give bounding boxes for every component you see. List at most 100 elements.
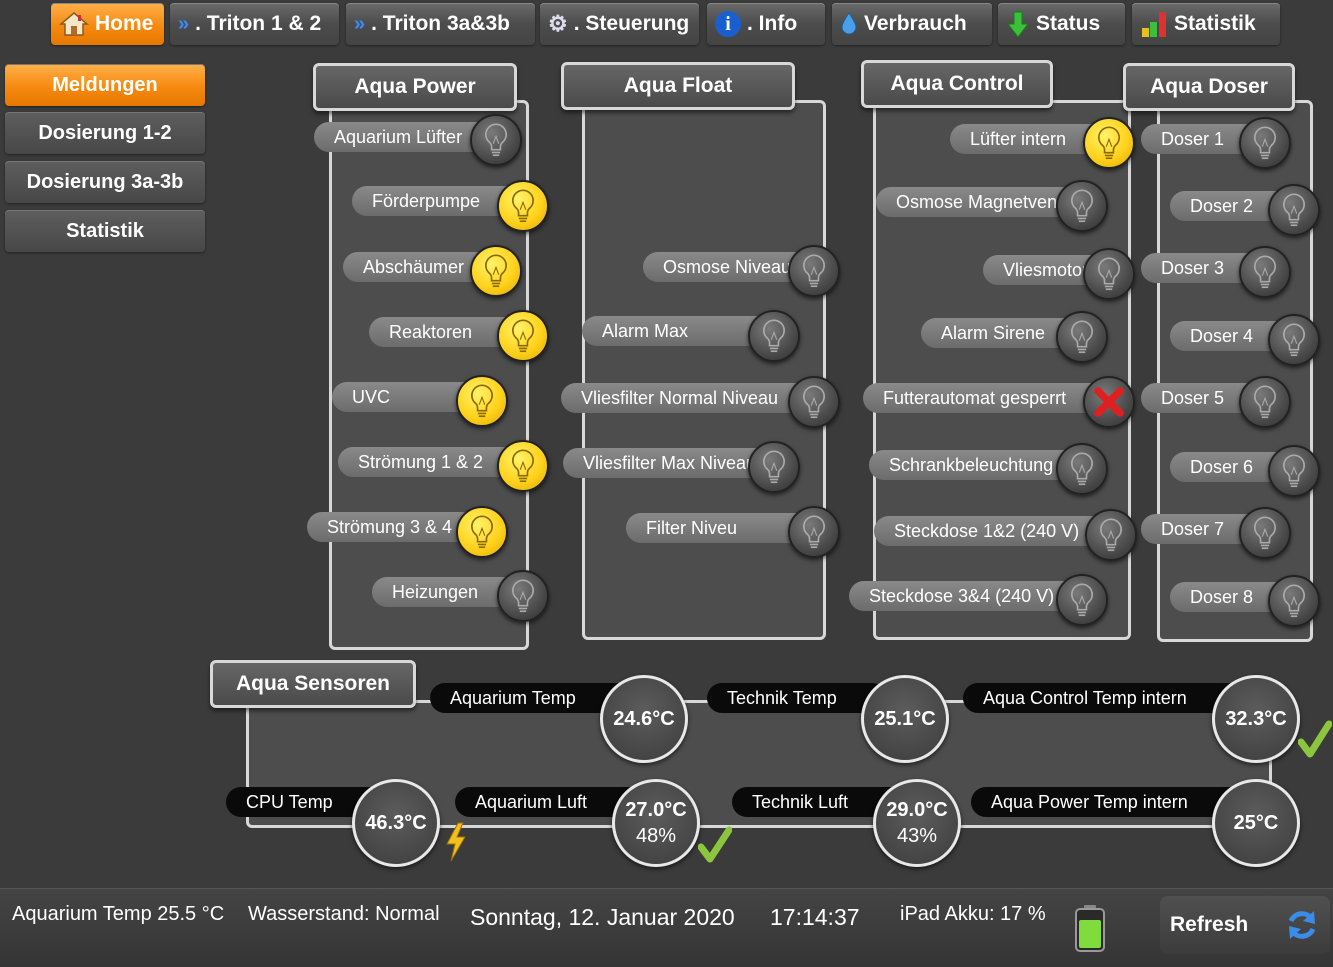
sidebar-item-dosierung-1-2[interactable]: Dosierung 1-2 (5, 112, 205, 154)
control-item-pill[interactable]: Schrankbeleuchtung (869, 450, 1079, 480)
lightbulb-off-icon[interactable] (1239, 117, 1291, 169)
float-item-pill[interactable]: Filter Niveu (626, 513, 811, 543)
lightbulb-off-icon[interactable] (788, 245, 840, 297)
float-item-label: Alarm Max (602, 320, 689, 341)
house-icon (58, 11, 90, 37)
lightbulb-off-icon[interactable] (1268, 184, 1320, 236)
lightbulb-on-icon[interactable] (456, 375, 508, 427)
sidebar-item-dosierung-3a-3b[interactable]: Dosierung 3a-3b (5, 161, 205, 203)
sidebar-item-meldungen[interactable]: Meldungen (5, 64, 205, 106)
nav-triton12-button[interactable]: » . Triton 1 & 2 (170, 3, 339, 45)
control-item-label: Vliesmotor (1003, 259, 1089, 280)
status-akku: iPad Akku: 17 % (900, 903, 1046, 925)
sensor-value: 24.6°C (613, 708, 675, 730)
nav-status-button[interactable]: Status (998, 3, 1125, 45)
control-item-label: Schrankbeleuchtung (889, 454, 1054, 475)
refresh-button[interactable]: Refresh (1160, 896, 1330, 954)
lightbulb-off-icon[interactable] (1085, 509, 1137, 561)
aqua-float-title: Aqua Float (561, 62, 795, 110)
sensor-label-pill: Aquarium Temp (430, 683, 630, 713)
panel-title-text: Aqua Control (890, 72, 1024, 95)
control-item-pill[interactable]: Steckdose 1&2 (240 V) (874, 516, 1110, 546)
sensor-humidity: 48% (635, 825, 677, 847)
nav-info-label: . Info (747, 12, 798, 35)
lightning-icon (444, 822, 468, 862)
power-item-pill[interactable]: Strömung 3 & 4 (307, 512, 477, 542)
doser-item-label: Doser 7 (1161, 518, 1225, 539)
lightbulb-off-icon[interactable] (1239, 246, 1291, 298)
doser-item-label: Doser 2 (1190, 195, 1254, 216)
lightbulb-off-icon[interactable] (1239, 507, 1291, 559)
control-item-pill[interactable]: Osmose Magnetventil (876, 187, 1076, 217)
sensor-label: Aquarium Luft (475, 791, 588, 812)
lightbulb-on-icon[interactable] (470, 245, 522, 297)
nav-verbrauch-label: Verbrauch (864, 12, 967, 35)
control-item-pill[interactable]: Futterautomat gesperrt (863, 383, 1108, 413)
error-x-icon[interactable] (1083, 376, 1135, 428)
sensor-value: 29.0°C (886, 799, 948, 821)
power-item-label: Förderpumpe (372, 190, 481, 211)
lightbulb-off-icon[interactable] (1056, 574, 1108, 626)
panel-title-text: Aqua Sensoren (235, 672, 391, 695)
control-item-label: Alarm Sirene (941, 322, 1046, 343)
lightbulb-on-icon[interactable] (1083, 117, 1135, 169)
status-aquarium-temp: Aquarium Temp 25.5 °C (12, 903, 225, 925)
aqua-sensoren-title: Aqua Sensoren (210, 660, 416, 708)
sensor-label-pill: Aqua Power Temp intern (971, 787, 1251, 817)
nav-info-button[interactable]: i . Info (707, 3, 825, 45)
lightbulb-off-icon[interactable] (1268, 445, 1320, 497)
refresh-label: Refresh (1170, 913, 1249, 936)
lightbulb-off-icon[interactable] (788, 506, 840, 558)
float-item-pill[interactable]: Vliesfilter Normal Niveau (561, 383, 811, 413)
panel-title-text: Aqua Float (623, 74, 733, 97)
checkmark-icon (697, 826, 733, 864)
lightbulb-off-icon[interactable] (470, 114, 522, 166)
lightbulb-off-icon[interactable] (788, 376, 840, 428)
sensor-gauge: 46.3°C (352, 779, 440, 867)
sensor-value: 25.1°C (874, 708, 936, 730)
lightbulb-on-icon[interactable] (497, 180, 549, 232)
float-item-pill[interactable]: Vliesfilter Max Niveau (563, 448, 773, 478)
battery-icon (1073, 904, 1107, 952)
nav-statistik-button[interactable]: Statistik (1132, 3, 1280, 45)
doser-item-label: Doser 5 (1161, 387, 1225, 408)
lightbulb-off-icon[interactable] (1056, 180, 1108, 232)
aqua-doser-panel (1157, 100, 1313, 642)
float-item-pill[interactable]: Alarm Max (582, 316, 772, 346)
float-item-label: Vliesfilter Normal Niveau (581, 387, 779, 408)
lightbulb-off-icon[interactable] (748, 441, 800, 493)
nav-home-button[interactable]: Home (51, 3, 164, 45)
lightbulb-off-icon[interactable] (1083, 248, 1135, 300)
sensor-value: 46.3°C (365, 812, 427, 834)
sensor-gauge: 24.6°C (600, 675, 688, 763)
lightbulb-off-icon[interactable] (1268, 314, 1320, 366)
lightbulb-off-icon[interactable] (497, 570, 549, 622)
lightbulb-on-icon[interactable] (497, 310, 549, 362)
sensor-gauge: 27.0°C 48% (612, 779, 700, 867)
sensor-label: Technik Luft (752, 791, 849, 812)
nav-steuerung-button[interactable]: ⚙ . Steuerung (540, 3, 699, 45)
lightbulb-off-icon[interactable] (1056, 443, 1108, 495)
aqua-float-panel (582, 100, 826, 640)
lightbulb-off-icon[interactable] (1056, 311, 1108, 363)
power-item-pill[interactable]: Strömung 1 & 2 (338, 447, 518, 477)
lightbulb-off-icon[interactable] (1268, 575, 1320, 627)
lightbulb-off-icon[interactable] (748, 310, 800, 362)
power-item-label: Strömung 3 & 4 (327, 516, 453, 537)
sidebar-item-statistik[interactable]: Statistik (5, 210, 205, 252)
nav-verbrauch-button[interactable]: Verbrauch (832, 3, 992, 45)
status-date: Sonntag, 12. Januar 2020 (470, 904, 735, 930)
control-item-pill[interactable]: Steckdose 3&4 (240 V) (849, 581, 1081, 611)
lightbulb-off-icon[interactable] (1239, 376, 1291, 428)
lightbulb-on-icon[interactable] (497, 440, 549, 492)
lightbulb-on-icon[interactable] (456, 506, 508, 558)
sensor-label: Technik Temp (727, 687, 837, 708)
nav-triton3-button[interactable]: » . Triton 3a&3b (346, 3, 535, 45)
aqua-control-title: Aqua Control (861, 60, 1053, 108)
nav-triton3-label: . Triton 3a&3b (371, 12, 510, 35)
control-item-label: Futterautomat gesperrt (883, 387, 1067, 408)
sensor-label: CPU Temp (246, 791, 333, 812)
gear-icon: ⚙ (548, 11, 568, 36)
sidebar-item-label: Meldungen (52, 73, 158, 96)
aqua-power-title: Aqua Power (313, 63, 517, 111)
